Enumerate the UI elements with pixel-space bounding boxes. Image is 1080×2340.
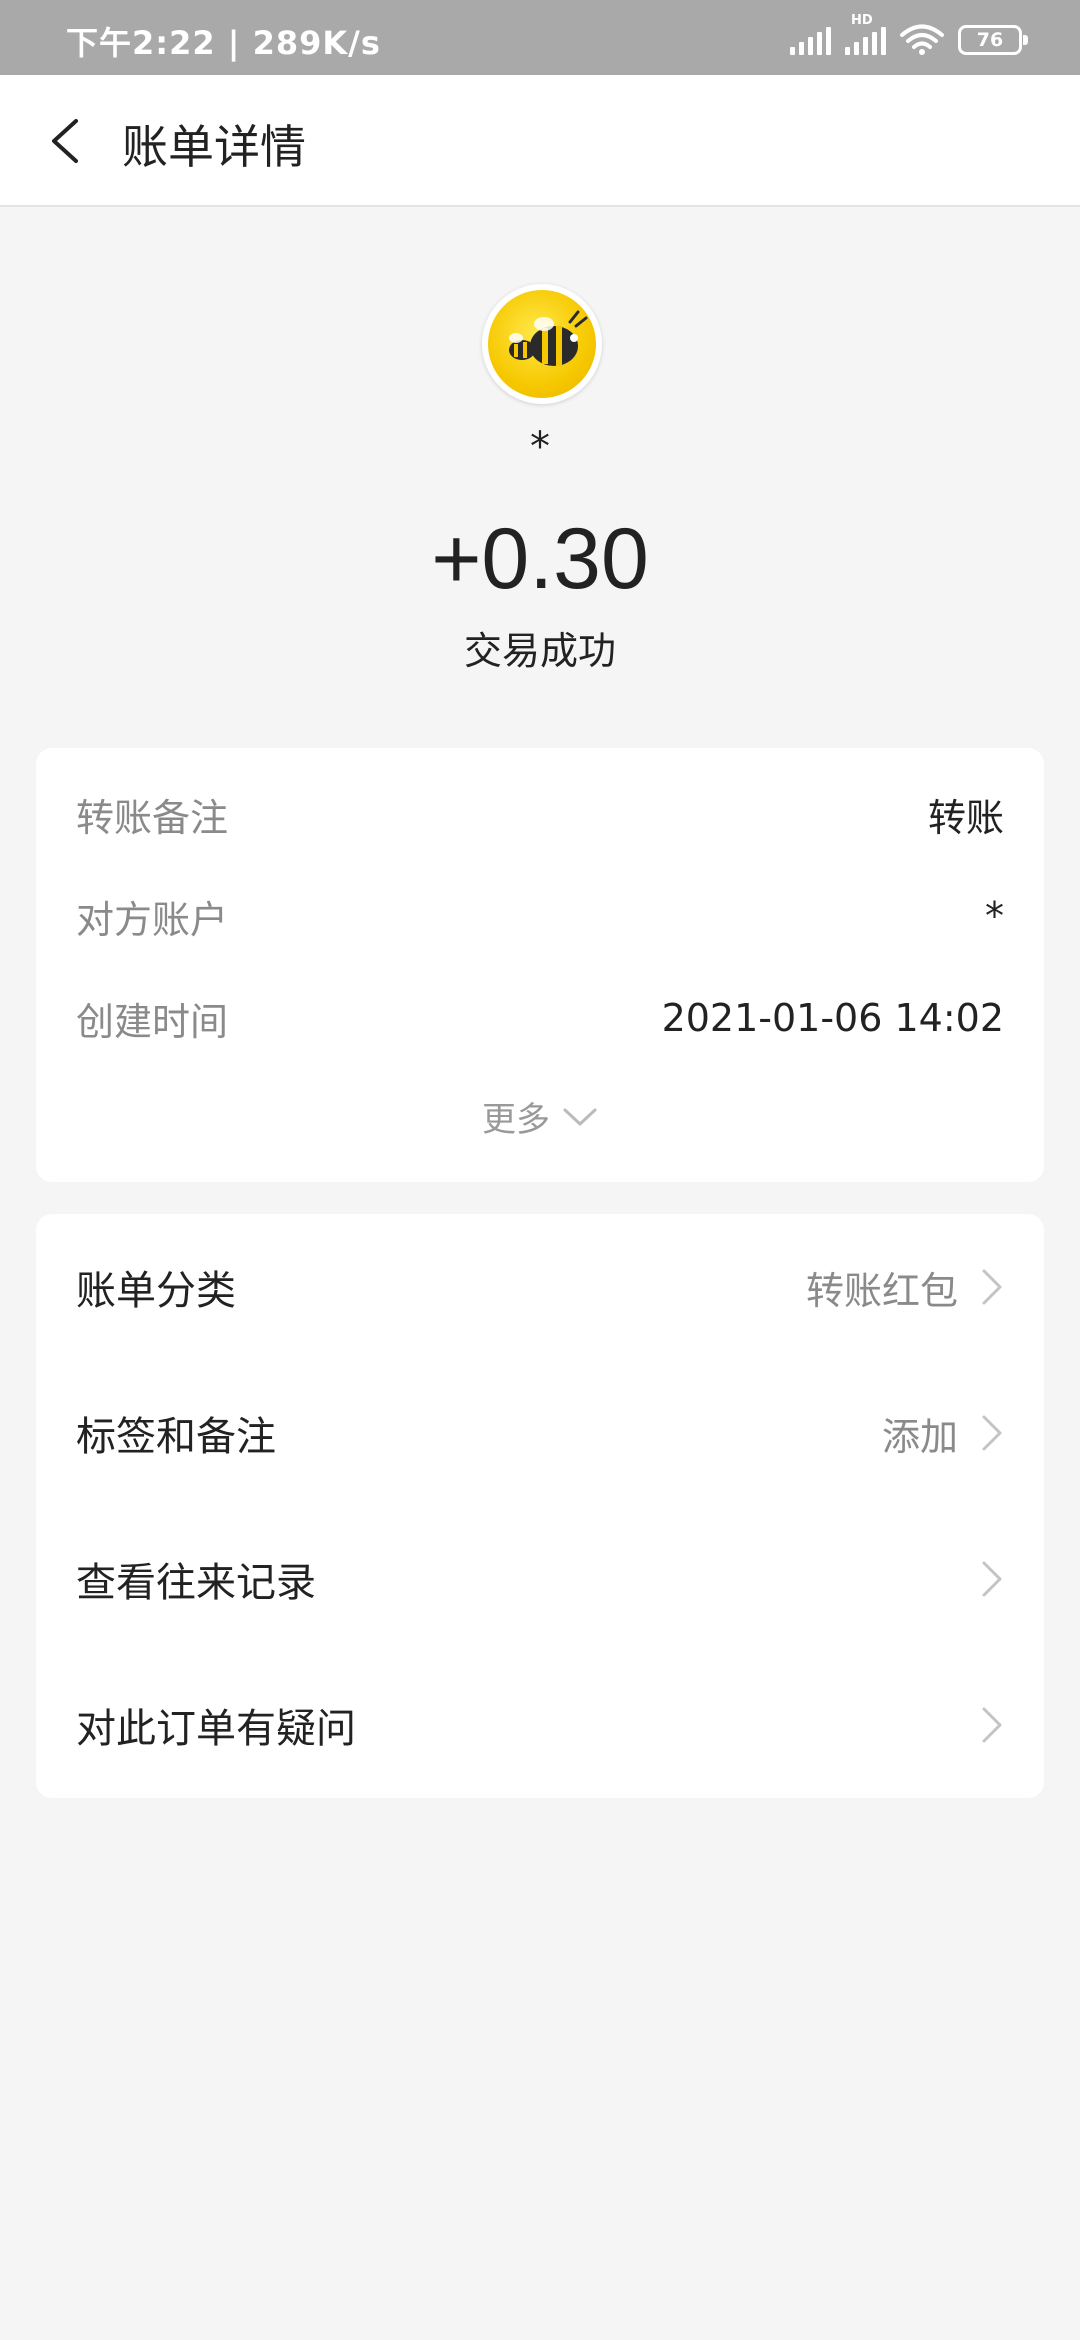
transaction-amount: +0.30 (431, 511, 649, 607)
action-row-category[interactable]: 账单分类 转账红包 (36, 1214, 1044, 1360)
detail-label: 创建时间 (76, 999, 229, 1044)
transaction-status: 交易成功 (463, 629, 616, 673)
page-title: 账单详情 (122, 120, 306, 174)
details-card: 转账备注 转账 对方账户 * 创建时间 2021-01-06 14:02 更多 (36, 748, 1044, 1182)
action-value: 添加 (881, 1414, 958, 1459)
action-value: 转账红包 (805, 1268, 958, 1313)
avatar (482, 284, 602, 404)
more-label: 更多 (482, 1100, 550, 1140)
chevron-right-icon (982, 1415, 1002, 1451)
counterparty-name: * (530, 424, 550, 470)
signal-hd-label: HD (851, 13, 873, 28)
action-label: 查看往来记录 (76, 1560, 316, 1606)
chevron-right-icon (982, 1561, 1002, 1597)
chevron-left-icon[interactable] (40, 113, 96, 169)
detail-row-account: 对方账户 * (36, 888, 1044, 944)
chevron-down-icon (563, 1108, 597, 1125)
detail-row-created-time: 创建时间 2021-01-06 14:02 (36, 990, 1044, 1046)
status-icons: HD 76 (790, 13, 1028, 58)
actions-card: 账单分类 转账红包 标签和备注 添加 查看往来记录 对此订单有疑问 (36, 1214, 1044, 1798)
action-label: 标签和备注 (76, 1414, 276, 1460)
more-button[interactable]: 更多 (36, 1092, 1044, 1141)
status-time: 下午2:22 | 289K/s (66, 24, 381, 62)
signal-icon (790, 25, 831, 55)
action-label: 对此订单有疑问 (76, 1706, 356, 1752)
status-bar: 下午2:22 | 289K/s HD 76 (0, 0, 1080, 75)
detail-label: 对方账户 (76, 897, 229, 942)
chevron-right-icon (982, 1707, 1002, 1743)
chevron-right-icon (982, 1269, 1002, 1305)
battery-icon: 76 (958, 25, 1028, 55)
detail-value: * (985, 894, 1004, 938)
app-header: 账单详情 (0, 75, 1080, 207)
detail-value: 转账 (927, 795, 1004, 840)
detail-value: 2021-01-06 14:02 (661, 996, 1004, 1040)
detail-label: 转账备注 (76, 795, 229, 840)
action-row-dispute[interactable]: 对此订单有疑问 (36, 1652, 1044, 1798)
detail-row-remark: 转账备注 转账 (36, 786, 1044, 842)
action-row-tags[interactable]: 标签和备注 添加 (36, 1360, 1044, 1506)
battery-level: 76 (976, 29, 1004, 51)
bee-avatar-icon (509, 310, 588, 366)
signal-hd-icon: HD (845, 13, 886, 55)
action-label: 账单分类 (76, 1268, 236, 1314)
action-row-history[interactable]: 查看往来记录 (36, 1506, 1044, 1652)
wifi-icon (900, 24, 944, 55)
